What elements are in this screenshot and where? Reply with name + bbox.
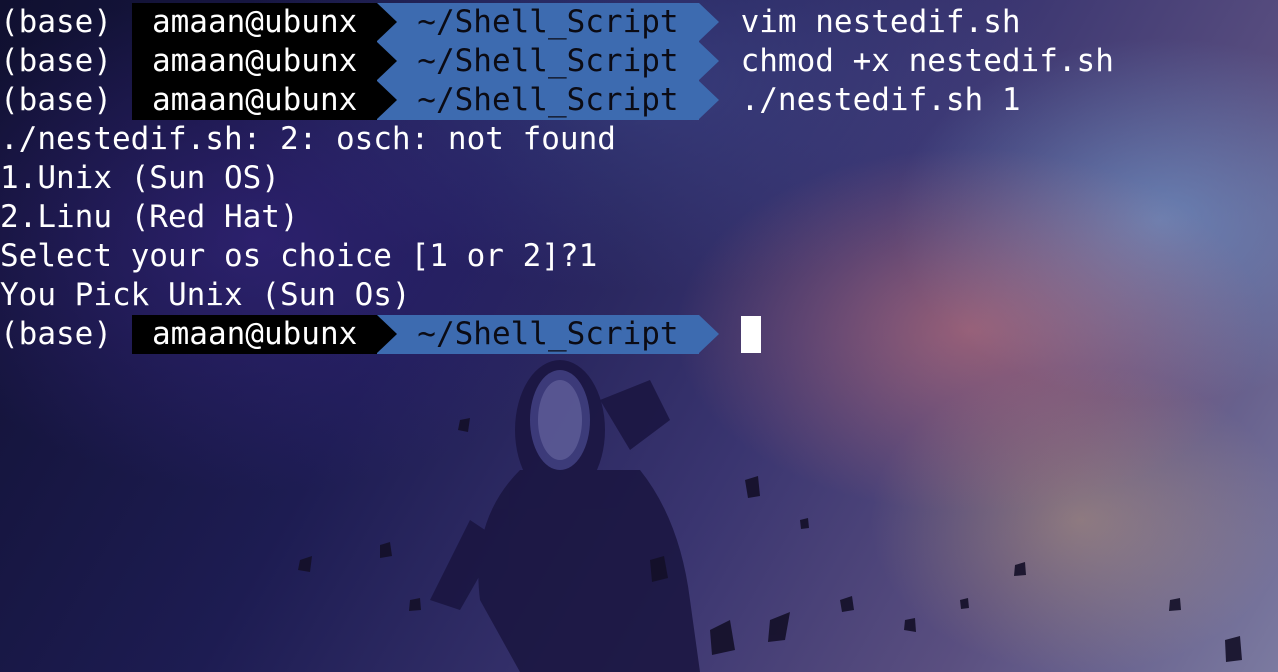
prompt-line: (base) amaan@ubunx ~/Shell_Script chmod … bbox=[0, 42, 1114, 81]
prompt-cwd: ~/Shell_Script bbox=[377, 81, 719, 120]
prompt-user-host: amaan@ubunx bbox=[131, 315, 398, 354]
prompt-cwd: ~/Shell_Script bbox=[377, 3, 719, 42]
text-cursor[interactable] bbox=[740, 316, 761, 353]
output-line: You Pick Unix (Sun Os) bbox=[0, 277, 411, 313]
output-line: Select your os choice [1 or 2]?1 bbox=[0, 238, 598, 274]
output-line: ./nestedif.sh: 2: osch: not found bbox=[0, 121, 616, 157]
prompt-cwd: ~/Shell_Script bbox=[377, 315, 719, 354]
prompt-line: (base) amaan@ubunx ~/Shell_Script ./nest… bbox=[0, 81, 1021, 120]
output-line: 1.Unix (Sun OS) bbox=[0, 160, 280, 196]
prompt-user-host: amaan@ubunx bbox=[131, 81, 398, 120]
conda-env-label: (base) bbox=[0, 82, 112, 118]
command-text: ./nestedif.sh 1 bbox=[740, 82, 1021, 118]
prompt-cwd: ~/Shell_Script bbox=[377, 42, 719, 81]
prompt-line: (base) amaan@ubunx ~/Shell_Script vim ne… bbox=[0, 3, 1021, 42]
prompt-user-host: amaan@ubunx bbox=[131, 42, 398, 81]
command-text: vim nestedif.sh bbox=[740, 4, 1021, 40]
conda-env-label: (base) bbox=[0, 316, 112, 352]
prompt-user-host: amaan@ubunx bbox=[131, 3, 398, 42]
conda-env-label: (base) bbox=[0, 43, 112, 79]
command-text: chmod +x nestedif.sh bbox=[740, 43, 1114, 79]
output-line: 2.Linu (Red Hat) bbox=[0, 199, 299, 235]
terminal-window[interactable]: (base) amaan@ubunx ~/Shell_Script vim ne… bbox=[0, 0, 1278, 672]
active-prompt-line[interactable]: (base) amaan@ubunx ~/Shell_Script bbox=[0, 315, 761, 354]
conda-env-label: (base) bbox=[0, 4, 112, 40]
